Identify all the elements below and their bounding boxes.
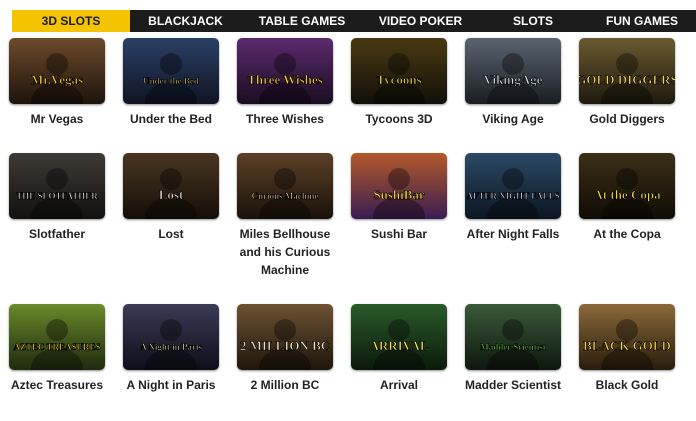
game-thumbnail[interactable]: A Night in Paris: [123, 304, 219, 370]
game-thumbnail[interactable]: Three Wishes: [237, 38, 333, 104]
category-tab-bar: 3D SLOTS BLACKJACK TABLE GAMES VIDEO POKER S…: [12, 10, 696, 32]
game-tile[interactable]: SushiBar Sushi Bar: [342, 153, 456, 243]
game-thumbnail[interactable]: AZTEC TREASURES: [9, 304, 105, 370]
game-thumbnail[interactable]: Lost: [123, 153, 219, 219]
game-logo: 2 MILLION BC: [240, 338, 330, 353]
game-title[interactable]: Arrival: [342, 376, 456, 394]
game-tile[interactable]: Under the Bed Under the Bed: [114, 38, 228, 128]
game-logo: Mr.Vegas: [31, 72, 83, 87]
game-title[interactable]: Aztec Treasures: [0, 376, 114, 394]
game-tile[interactable]: Tycoons Tycoons 3D: [342, 38, 456, 128]
game-logo: BLACK GOLD: [583, 338, 671, 353]
game-logo: VikingAge: [484, 72, 543, 87]
game-title[interactable]: Three Wishes: [228, 110, 342, 128]
game-logo: Under the Bed: [143, 76, 199, 86]
game-thumbnail[interactable]: THE SLOTFATHER: [9, 153, 105, 219]
game-logo: SushiBar: [373, 187, 425, 202]
game-tile[interactable]: Lost Lost: [114, 153, 228, 243]
game-title[interactable]: At the Copa: [570, 225, 684, 243]
game-logo: ARRIVAL: [370, 338, 429, 353]
game-thumbnail[interactable]: VikingAge: [465, 38, 561, 104]
game-tile[interactable]: GOLD DIGGERS Gold Diggers: [570, 38, 684, 128]
game-thumbnail[interactable]: GOLD DIGGERS: [579, 38, 675, 104]
game-title[interactable]: Sushi Bar: [342, 225, 456, 243]
game-thumbnail[interactable]: At the Copa: [579, 153, 675, 219]
game-logo: Tycoons: [376, 72, 421, 87]
game-logo: THE SLOTFATHER: [16, 191, 98, 201]
game-thumbnail[interactable]: Under the Bed: [123, 38, 219, 104]
tab-fun-games[interactable]: FUN GAMES: [588, 10, 696, 32]
game-logo: GOLD DIGGERS: [579, 72, 675, 87]
game-thumbnail[interactable]: BLACK GOLD: [579, 304, 675, 370]
game-thumbnail[interactable]: AFTER NIGHT FALLS: [465, 153, 561, 219]
game-tile[interactable]: Madder Scientist Madder Scientist: [456, 304, 570, 394]
game-logo: Three Wishes: [247, 72, 323, 87]
game-title[interactable]: Lost: [114, 225, 228, 243]
game-logo: A Night in Paris: [140, 342, 202, 352]
game-logo: At the Copa: [593, 187, 661, 202]
game-title[interactable]: Tycoons 3D: [342, 110, 456, 128]
tab-video-poker[interactable]: VIDEO POKER: [363, 10, 478, 32]
tab-3d-slots[interactable]: 3D SLOTS: [12, 10, 130, 32]
game-tile[interactable]: ARRIVAL Arrival: [342, 304, 456, 394]
game-thumbnail[interactable]: Curious Machine: [237, 153, 333, 219]
game-thumbnail[interactable]: Tycoons: [351, 38, 447, 104]
game-title[interactable]: Gold Diggers: [570, 110, 684, 128]
game-tile[interactable]: Mr.Vegas Mr Vegas: [0, 38, 114, 128]
game-tile[interactable]: BLACK GOLD Black Gold: [570, 304, 684, 394]
game-title[interactable]: Madder Scientist: [456, 376, 570, 394]
game-tile[interactable]: VikingAge Viking Age: [456, 38, 570, 128]
game-title[interactable]: 2 Million BC: [228, 376, 342, 394]
game-thumbnail[interactable]: Madder Scientist: [465, 304, 561, 370]
game-tile[interactable]: At the Copa At the Copa: [570, 153, 684, 243]
tab-slots[interactable]: SLOTS: [478, 10, 588, 32]
game-logo: AFTER NIGHT FALLS: [466, 191, 559, 201]
game-thumbnail[interactable]: Mr.Vegas: [9, 38, 105, 104]
game-tile[interactable]: Curious Machine Miles Bellhouse and his C…: [228, 153, 342, 279]
game-tile[interactable]: AFTER NIGHT FALLS After Night Falls: [456, 153, 570, 243]
game-tile[interactable]: AZTEC TREASURES Aztec Treasures: [0, 304, 114, 394]
tab-blackjack[interactable]: BLACKJACK: [130, 10, 241, 32]
game-tile[interactable]: THE SLOTFATHER Slotfather: [0, 153, 114, 243]
game-title[interactable]: A Night in Paris: [114, 376, 228, 394]
tab-table-games[interactable]: TABLE GAMES: [241, 10, 363, 32]
game-title[interactable]: After Night Falls: [456, 225, 570, 243]
game-title[interactable]: Slotfather: [0, 225, 114, 243]
game-logo: AZTEC TREASURES: [13, 342, 100, 352]
game-tile[interactable]: A Night in Paris A Night in Paris: [114, 304, 228, 394]
game-title[interactable]: Under the Bed: [114, 110, 228, 128]
game-thumbnail[interactable]: 2 MILLION BC: [237, 304, 333, 370]
game-title[interactable]: Mr Vegas: [0, 110, 114, 128]
game-tile[interactable]: Three Wishes Three Wishes: [228, 38, 342, 128]
game-title[interactable]: Miles Bellhouse and his Curious Machine: [228, 225, 342, 279]
game-thumbnail[interactable]: ARRIVAL: [351, 304, 447, 370]
game-title[interactable]: Viking Age: [456, 110, 570, 128]
game-tile[interactable]: 2 MILLION BC 2 Million BC: [228, 304, 342, 394]
game-thumbnail[interactable]: SushiBar: [351, 153, 447, 219]
game-logo: Lost: [159, 187, 184, 202]
game-logo: Madder Scientist: [480, 342, 546, 352]
game-logo: Curious Machine: [252, 191, 319, 201]
game-title[interactable]: Black Gold: [570, 376, 684, 394]
